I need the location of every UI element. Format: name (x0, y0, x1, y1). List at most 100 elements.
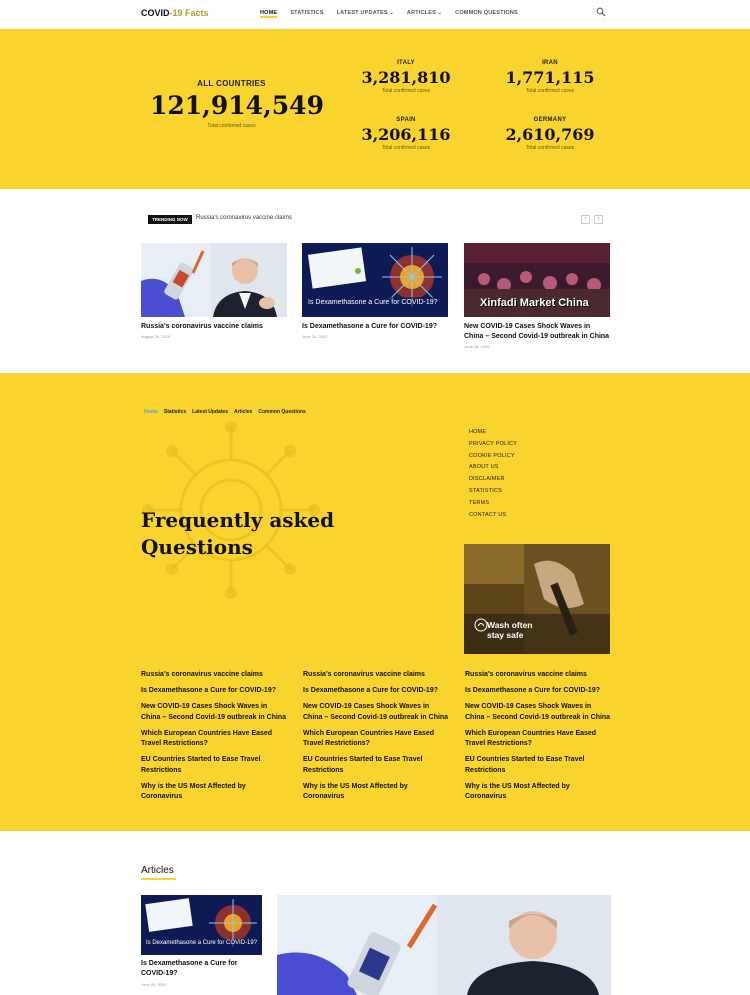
breadcrumb-statistics[interactable]: Statistics (164, 409, 186, 415)
chevron-down-icon: ⌄ (389, 10, 394, 16)
faq-column: Russia's coronavirus vaccine claims Is D… (465, 670, 611, 808)
trending-badge: TRENDING NOW (148, 215, 192, 224)
brand-accent: -19 Facts (169, 8, 209, 18)
stat-italy: ITALY 3,281,810 Total confirmed cases (356, 60, 456, 94)
footer-links: HOME PRIVACY POLICY COOKIE POLICY ABOUT … (469, 427, 517, 521)
faq-question-link[interactable]: Is Dexamethasone a Cure for COVID-19? (465, 686, 611, 696)
stat-value: 121,914,549 (150, 91, 324, 120)
post-card[interactable]: Russia's coronavirus vaccine claims Augu… (141, 243, 287, 339)
faq-question-link[interactable]: New COVID-19 Cases Shock Waves in China … (465, 702, 611, 723)
footer-link-about-us[interactable]: ABOUT US (469, 462, 517, 474)
faq-question-link[interactable]: EU Countries Started to Ease Travel Rest… (465, 755, 611, 776)
article-date: June 20, 2020 (141, 982, 167, 987)
post-title[interactable]: New COVID-19 Cases Shock Waves in China … (464, 322, 610, 342)
faq-question-link[interactable]: Why is the US Most Affected by Coronavir… (303, 782, 449, 803)
breadcrumb-common-questions[interactable]: Common Questions (258, 409, 306, 415)
faq-question-link[interactable]: Which European Countries Have Eased Trav… (141, 729, 287, 750)
faq-question-link[interactable]: EU Countries Started to Ease Travel Rest… (141, 755, 287, 776)
nav-statistics[interactable]: STATISTICS (290, 10, 323, 18)
post-title[interactable]: Russia's coronavirus vaccine claims (141, 322, 287, 332)
page-title: Frequently asked Questions (141, 508, 335, 559)
breadcrumb-latest-updates[interactable]: Latest Updates (192, 409, 228, 415)
footer-link-home[interactable]: HOME (469, 427, 517, 439)
trending-headline[interactable]: Russia's coronavirus vaccine claims (196, 215, 292, 221)
hands-wash-icon (474, 618, 488, 632)
faq-column: Russia's coronavirus vaccine claims Is D… (303, 670, 449, 808)
faq-question-link[interactable]: Is Dexamethasone a Cure for COVID-19? (303, 686, 449, 696)
top-navbar: COVID-19 Facts HOME STATISTICS LATEST UP… (0, 0, 750, 29)
faq-question-link[interactable]: EU Countries Started to Ease Travel Rest… (303, 755, 449, 776)
faq-section: Home Statistics Latest Updates Articles … (0, 373, 750, 831)
brand-name: COVID (141, 8, 170, 18)
main-menu: HOME STATISTICS LATEST UPDATES ⌄ ARTICLE… (260, 10, 518, 18)
post-date: June 20, 2020 (302, 334, 328, 339)
faq-question-columns: Russia's coronavirus vaccine claims Is D… (141, 670, 611, 808)
nav-common-questions[interactable]: COMMON QUESTIONS (455, 10, 518, 18)
stat-value: 1,771,115 (505, 68, 595, 87)
stat-sub: Total confirmed cases (381, 88, 431, 94)
stat-germany: GERMANY 2,610,769 Total confirmed cases (500, 117, 600, 151)
stat-label: ALL COUNTRIES (197, 79, 266, 88)
thumbnail-caption: Xinfadi Market China (480, 297, 589, 309)
stat-spain: SPAIN 3,206,116 Total confirmed cases (356, 117, 456, 151)
footer-link-privacy-policy[interactable]: PRIVACY POLICY (469, 439, 517, 451)
stat-all-countries: ALL COUNTRIES 121,914,549 Total confirme… (150, 79, 324, 129)
stat-sub: Total confirmed cases (525, 88, 575, 94)
faq-question-link[interactable]: Russia's coronavirus vaccine claims (465, 670, 611, 680)
faq-question-link[interactable]: Why is the US Most Affected by Coronavir… (141, 782, 287, 803)
nav-home[interactable]: HOME (260, 10, 278, 18)
post-thumbnail-dexamethasone[interactable]: Is Dexamethasone a Cure for COVID-19? (302, 243, 448, 317)
faq-question-link[interactable]: Which European Countries Have Eased Trav… (465, 729, 611, 750)
faq-question-link[interactable]: Russia's coronavirus vaccine claims (141, 670, 287, 680)
site-logo[interactable]: COVID-19 Facts (141, 8, 209, 18)
wash-banner-text: Wash often stay safe (487, 620, 533, 640)
footer-link-cookie-policy[interactable]: COOKIE POLICY (469, 451, 517, 463)
faq-question-link[interactable]: New COVID-19 Cases Shock Waves in China … (141, 702, 287, 723)
post-card[interactable]: Xinfadi Market China New COVID-19 Cases … (464, 243, 610, 349)
stat-value: 3,281,810 (361, 68, 451, 87)
stat-sub: Total confirmed cases (207, 123, 256, 129)
stat-sub: Total confirmed cases (381, 145, 431, 151)
heading-underline (141, 878, 176, 880)
faq-question-link[interactable]: Is Dexamethasone a Cure for COVID-19? (141, 686, 287, 696)
footer-link-contact-us[interactable]: CONTACT US (469, 510, 517, 522)
nav-articles[interactable]: ARTICLES ⌄ (407, 10, 442, 18)
stat-value: 3,206,116 (361, 125, 451, 144)
footer-link-statistics[interactable]: STATISTICS (469, 486, 517, 498)
trending-prev-button[interactable]: ‹ (581, 215, 590, 224)
nav-articles-label: ARTICLES (406, 10, 437, 16)
chevron-down-icon: ⌄ (437, 10, 443, 16)
articles-heading: Articles (141, 865, 174, 876)
post-date: August 26, 2020 (141, 334, 171, 339)
post-card[interactable]: Is Dexamethasone a Cure for COVID-19? Is… (302, 243, 448, 339)
article-featured-image[interactable] (277, 895, 611, 995)
footer-link-disclaimer[interactable]: DISCLAIMER (469, 474, 517, 486)
stat-label: IRAN (542, 60, 558, 66)
stat-label: ITALY (397, 60, 415, 66)
breadcrumb-home[interactable]: Home (144, 409, 158, 415)
breadcrumb-articles[interactable]: Articles (234, 409, 252, 415)
post-title[interactable]: Is Dexamethasone a Cure for COVID-19? (302, 322, 448, 332)
footer-link-terms[interactable]: TERMS (469, 498, 517, 510)
stat-label: GERMANY (533, 117, 567, 123)
trending-next-button[interactable]: › (594, 215, 603, 224)
article-title[interactable]: Is Dexamethasone a Cure for COVID-19? (141, 959, 261, 979)
stats-hero: ALL COUNTRIES 121,914,549 Total confirme… (0, 29, 750, 189)
breadcrumb: Home Statistics Latest Updates Articles … (144, 409, 306, 415)
wash-hands-banner[interactable]: Wash often stay safe (464, 544, 610, 654)
nav-latest-updates[interactable]: LATEST UPDATES ⌄ (337, 10, 394, 18)
search-icon[interactable] (596, 7, 606, 17)
post-thumbnail-vaccine[interactable] (141, 243, 287, 317)
faq-question-link[interactable]: Why is the US Most Affected by Coronavir… (465, 782, 611, 803)
article-thumbnail-dexamethasone[interactable]: Is Dexamethasone a Cure for COVID-19? (141, 895, 262, 955)
faq-column: Russia's coronavirus vaccine claims Is D… (141, 670, 287, 808)
faq-question-link[interactable]: New COVID-19 Cases Shock Waves in China … (303, 702, 449, 723)
thumbnail-caption: Is Dexamethasone a Cure for COVID-19? (308, 299, 438, 306)
stat-value: 2,610,769 (505, 125, 595, 144)
stat-sub: Total confirmed cases (525, 145, 575, 151)
faq-question-link[interactable]: Which European Countries Have Eased Trav… (303, 729, 449, 750)
post-date: June 18, 2020 (464, 344, 490, 349)
post-thumbnail-xinfadi[interactable]: Xinfadi Market China (464, 243, 610, 317)
nav-latest-updates-label: LATEST UPDATES (336, 10, 388, 16)
faq-question-link[interactable]: Russia's coronavirus vaccine claims (303, 670, 449, 680)
